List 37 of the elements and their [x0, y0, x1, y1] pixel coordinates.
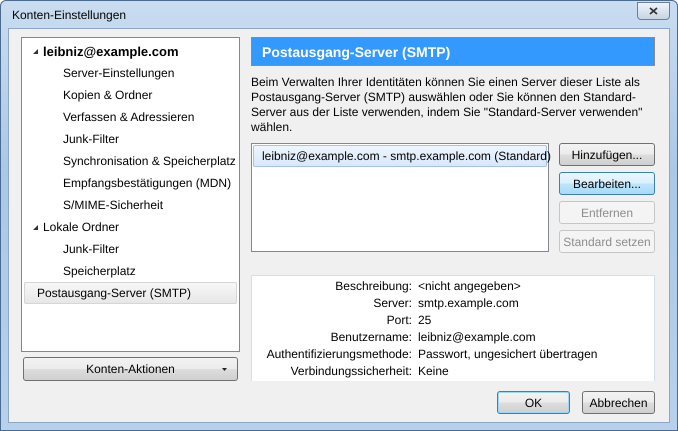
dropdown-arrow-icon: [222, 368, 227, 371]
detail-value: Passwort, ungesichert übertragen: [418, 347, 598, 361]
expander-icon[interactable]: [32, 48, 39, 54]
server-action-button[interactable]: Hinzufügen...: [559, 143, 655, 166]
detail-label: Beschreibung:: [334, 279, 412, 293]
detail-label: Verbindungssicherheit:: [290, 364, 412, 378]
tree-item[interactable]: S/MIME-Sicherheit: [24, 194, 237, 216]
detail-value: smtp.example.com: [418, 296, 520, 310]
account-actions-button[interactable]: Konten-Aktionen: [23, 357, 238, 381]
tree-item[interactable]: Verfassen & Adressieren: [24, 106, 237, 128]
tree-item[interactable]: Synchronisation & Speicherplatz: [24, 150, 237, 172]
tree-item[interactable]: Kopien & Ordner: [24, 84, 237, 106]
server-action-button[interactable]: Bearbeiten...: [559, 172, 655, 195]
tree-item[interactable]: Postausgang-Server (SMTP): [24, 282, 237, 304]
detail-value: <nicht angegeben>: [418, 279, 522, 293]
description-text: Beim Verwalten Ihrer Identitäten können Sie einen Server dieser Liste als Postausgang-Server (SMTP) auswählen oder Sie können den Standard-Server aus der Liste verwenden, indem Sie "Standard-Server verwenden" wählen.: [251, 75, 644, 135]
detail-value: Keine: [418, 364, 450, 378]
tree-item[interactable]: Speicherplatz: [24, 260, 237, 282]
detail-value: leibniz@example.com: [418, 330, 537, 344]
tree-item[interactable]: leibniz@example.com: [24, 40, 237, 62]
dialog-button[interactable]: Abbrechen: [582, 391, 655, 414]
expander-icon[interactable]: [32, 224, 39, 230]
dialog-button[interactable]: OK: [497, 391, 570, 414]
tree-item[interactable]: Lokale Ordner: [24, 216, 237, 238]
detail-value: 25: [418, 313, 432, 327]
tree-item[interactable]: Empfangsbestätigungen (MDN): [24, 172, 237, 194]
panel-header: Postausgang-Server (SMTP): [251, 37, 655, 66]
close-button[interactable]: [637, 2, 670, 20]
detail-label: Port:: [386, 313, 412, 327]
detail-label: Authentifizierungsmethode:: [266, 347, 412, 361]
tree-item[interactable]: Server-Einstellungen: [24, 62, 237, 84]
tree-item[interactable]: Junk-Filter: [24, 128, 237, 150]
detail-label: Server:: [372, 296, 412, 310]
tree-item[interactable]: Junk-Filter: [24, 238, 237, 260]
detail-label: Benutzername:: [330, 330, 412, 344]
window-title: Konten-Einstellungen: [12, 8, 126, 22]
close-icon: [649, 6, 658, 14]
